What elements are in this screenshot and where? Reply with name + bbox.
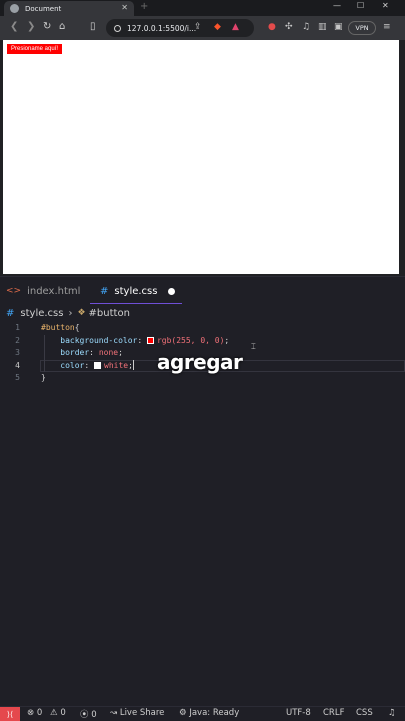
brave-shield-icon[interactable]: ◆: [214, 22, 221, 32]
notification-bell-icon[interactable]: ♫: [388, 708, 396, 718]
breadcrumb-file[interactable]: style.css: [20, 308, 63, 319]
tab-label: index.html: [27, 285, 81, 297]
url-text: 127.0.0.1:5500/i...: [127, 23, 197, 33]
line-number: 3: [15, 348, 20, 357]
error-icon: ⊗: [27, 708, 35, 718]
css-selector: #button: [41, 323, 75, 332]
forward-arrow-icon[interactable]: ❯: [27, 21, 35, 32]
code-line: 2 background-color: rgb(255, 0, 0);: [0, 334, 405, 347]
css-icon: #: [6, 307, 15, 319]
browser-tab[interactable]: Document ✕: [4, 1, 134, 16]
share-icon[interactable]: ⇪: [194, 22, 202, 32]
css-property: color: [60, 360, 85, 370]
css-property: background-color: [60, 335, 138, 345]
tab-label: style.css: [114, 285, 158, 297]
css-value: rgb(255, 0, 0): [156, 335, 225, 345]
css-value: none: [98, 348, 119, 357]
mouse-ibeam-icon: ⌶: [251, 342, 256, 351]
new-tab-button[interactable]: +: [140, 1, 148, 12]
java-status[interactable]: ⚙ Java: Ready: [179, 708, 239, 718]
color-swatch-icon[interactable]: [94, 361, 101, 369]
vpn-button[interactable]: VPN: [348, 21, 376, 35]
sidebar-icon[interactable]: ▥: [318, 22, 327, 32]
browser-tab-title: Document: [25, 4, 62, 13]
remote-indicator[interactable]: ⟩⟨: [0, 707, 20, 721]
tab-close-icon[interactable]: ✕: [121, 3, 128, 12]
broadcast-icon: ⦿: [80, 710, 89, 720]
line-number: 5: [15, 373, 20, 382]
extensions-icon[interactable]: ✣: [285, 22, 293, 32]
css-value: white: [104, 360, 129, 370]
line-number: 2: [15, 335, 20, 345]
browser-tabstrip: Document ✕ + — ☐ ✕: [0, 0, 405, 16]
menu-icon[interactable]: ≡: [383, 22, 391, 32]
browser-toolbar: ❮ ❯ ↻ ⌂ ▯ 127.0.0.1:5500/i... ⇪ ◆ ▲ ● ✣ …: [0, 16, 405, 40]
live-share-button[interactable]: ↝ Live Share: [110, 708, 164, 718]
ports-indicator[interactable]: ⦿ 0: [80, 708, 97, 720]
html-icon: <>: [6, 286, 22, 296]
warnings-indicator[interactable]: ⚠ 0: [50, 708, 66, 718]
window-close-button[interactable]: ✕: [382, 1, 389, 10]
browser-window: Document ✕ + — ☐ ✕ ❮ ❯ ↻ ⌂ ▯ 127.0.0.1:5…: [0, 0, 405, 276]
errors-indicator[interactable]: ⊗ 0: [27, 708, 42, 718]
page-red-button[interactable]: Presioname aquí!: [7, 44, 63, 54]
css-icon: #: [100, 285, 109, 297]
unsaved-dot-icon[interactable]: [168, 288, 175, 295]
close-brace: }: [41, 373, 46, 382]
chevron-right-icon: ›: [68, 307, 73, 319]
breadcrumb-symbol[interactable]: #button: [89, 308, 130, 319]
home-icon[interactable]: ⌂: [59, 21, 65, 32]
symbol-icon: ❖: [77, 308, 86, 318]
bookmark-icon[interactable]: ▯: [90, 21, 96, 32]
open-brace: {: [74, 323, 80, 332]
caption-overlay: agregar: [157, 350, 243, 374]
maximize-button[interactable]: ☐: [357, 1, 364, 10]
java-icon: ⚙: [179, 708, 187, 718]
back-arrow-icon[interactable]: ❮: [10, 21, 18, 32]
code-line: 1 #button{: [0, 322, 405, 335]
breadcrumb: # style.css › ❖ #button: [6, 306, 130, 320]
globe-icon: [10, 4, 19, 13]
live-share-icon: ↝: [110, 708, 118, 718]
wallet-icon[interactable]: ▣: [334, 22, 343, 32]
line-number: 4: [15, 360, 20, 370]
reload-icon[interactable]: ↻: [43, 21, 51, 32]
active-tab-indicator: [90, 303, 182, 304]
encoding-indicator[interactable]: UTF-8: [286, 708, 311, 718]
language-mode[interactable]: CSS: [356, 708, 373, 718]
text-cursor: [132, 359, 134, 370]
status-bar: ⟩⟨ ⊗ 0 ⚠ 0 ⦿ 0 ↝ Live Share ⚙ Java: Read…: [0, 706, 405, 721]
editor-tab-bar: <> index.html # style.css: [0, 276, 405, 305]
site-info-icon[interactable]: [114, 24, 121, 32]
tab-index-html[interactable]: <> index.html: [0, 277, 88, 305]
brave-rewards-icon[interactable]: ▲: [232, 22, 239, 32]
page-viewport: Presioname aquí!: [3, 40, 399, 274]
eol-indicator[interactable]: CRLF: [323, 708, 344, 718]
adblock-icon[interactable]: ●: [268, 22, 276, 32]
minimize-button[interactable]: —: [333, 1, 341, 10]
css-property: border: [60, 348, 90, 357]
media-icon[interactable]: ♫: [302, 22, 310, 32]
line-number: 1: [15, 323, 20, 332]
color-swatch-icon[interactable]: [146, 336, 154, 344]
tab-style-css[interactable]: # style.css: [90, 277, 182, 305]
warning-icon: ⚠: [50, 708, 58, 718]
